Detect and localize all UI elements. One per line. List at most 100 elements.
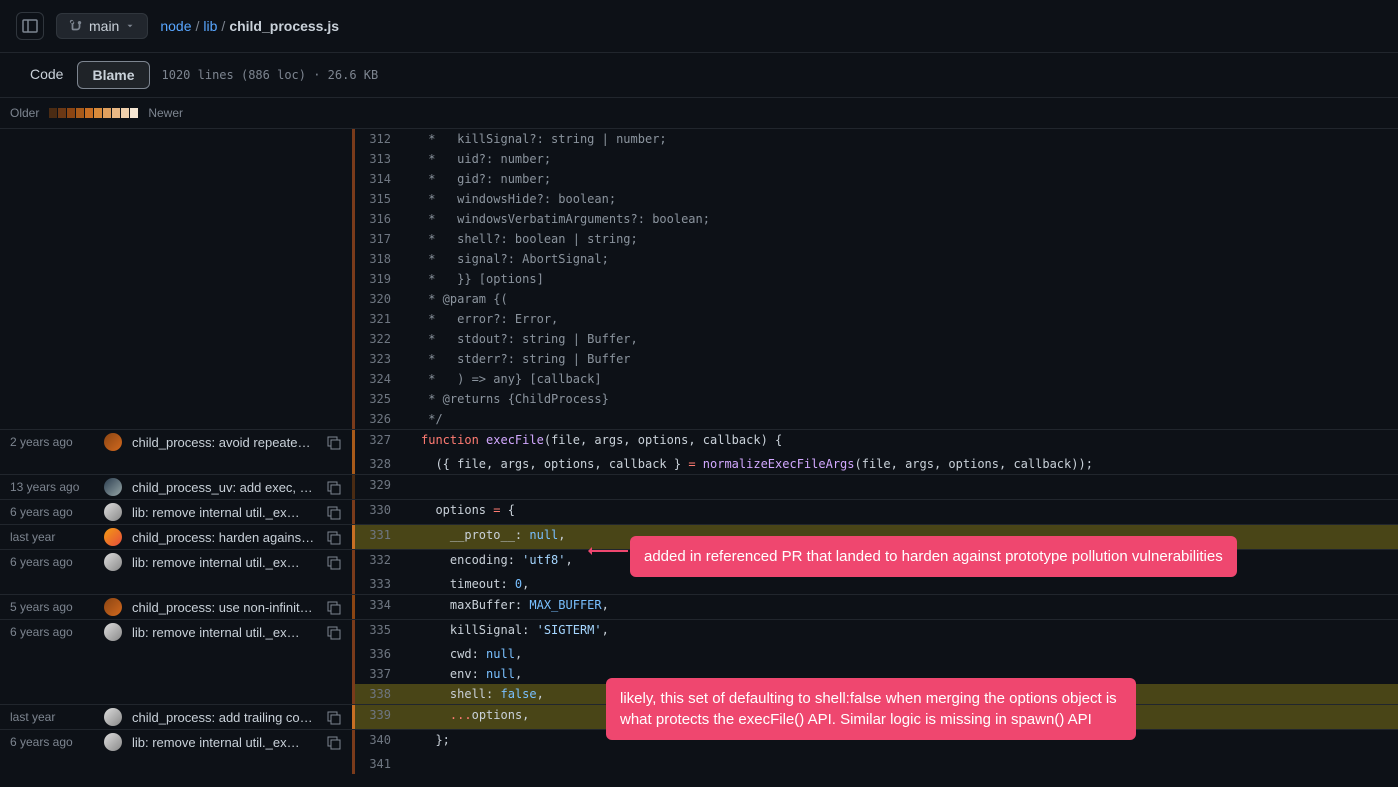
versions-icon[interactable] xyxy=(326,504,342,520)
line-number[interactable]: 331 xyxy=(355,525,405,549)
avatar[interactable] xyxy=(104,598,122,616)
code-line[interactable]: maxBuffer: MAX_BUFFER, xyxy=(405,595,1398,619)
blame-row: 328 ({ file, args, options, callback } =… xyxy=(0,454,1398,474)
line-number[interactable]: 317 xyxy=(355,229,405,249)
commit-message[interactable]: lib: remove internal util._ex… xyxy=(132,555,316,570)
code-line[interactable]: * stderr?: string | Buffer xyxy=(405,349,1398,369)
code-line[interactable]: * ) => any} [callback] xyxy=(405,369,1398,389)
code-line[interactable]: * killSignal?: string | number; xyxy=(405,129,1398,149)
versions-icon[interactable] xyxy=(326,624,342,640)
file-info: 1020 lines (886 loc) · 26.6 KB xyxy=(162,68,379,82)
line-number[interactable]: 334 xyxy=(355,595,405,619)
line-number[interactable]: 330 xyxy=(355,500,405,524)
commit-message[interactable]: child_process: add trailing co… xyxy=(132,710,316,725)
line-number[interactable]: 337 xyxy=(355,664,405,684)
line-number[interactable]: 312 xyxy=(355,129,405,149)
commit-message[interactable]: child_process: avoid repeated… xyxy=(132,435,316,450)
code-line[interactable]: * windowsHide?: boolean; xyxy=(405,189,1398,209)
blame-row: 322 * stdout?: string | Buffer, xyxy=(0,329,1398,349)
breadcrumb-root[interactable]: node xyxy=(160,18,191,34)
line-number[interactable]: 318 xyxy=(355,249,405,269)
avatar[interactable] xyxy=(104,503,122,521)
line-number[interactable]: 319 xyxy=(355,269,405,289)
commit-message[interactable]: lib: remove internal util._ex… xyxy=(132,505,316,520)
commit-message[interactable]: lib: remove internal util._ex… xyxy=(132,735,316,750)
avatar[interactable] xyxy=(104,528,122,546)
versions-icon[interactable] xyxy=(326,434,342,450)
code-line[interactable]: * @param {( xyxy=(405,289,1398,309)
line-number[interactable]: 327 xyxy=(355,430,405,454)
code-line[interactable]: cwd: null, xyxy=(405,644,1398,664)
tab-blame[interactable]: Blame xyxy=(77,61,149,89)
breadcrumb-folder[interactable]: lib xyxy=(203,18,217,34)
line-number[interactable]: 328 xyxy=(355,454,405,474)
line-number[interactable]: 323 xyxy=(355,349,405,369)
code-line[interactable]: * error?: Error, xyxy=(405,309,1398,329)
avatar[interactable] xyxy=(104,478,122,496)
line-number[interactable]: 316 xyxy=(355,209,405,229)
line-number[interactable]: 338 xyxy=(355,684,405,704)
commit-message[interactable]: child_process: harden against… xyxy=(132,530,316,545)
blame-row: 317 * shell?: boolean | string; xyxy=(0,229,1398,249)
line-number[interactable]: 321 xyxy=(355,309,405,329)
line-number[interactable]: 315 xyxy=(355,189,405,209)
branch-selector[interactable]: main xyxy=(56,13,148,39)
commit-message[interactable]: lib: remove internal util._ex… xyxy=(132,625,316,640)
code-line[interactable]: options = { xyxy=(405,500,1398,524)
line-number[interactable]: 329 xyxy=(355,475,405,499)
code-line[interactable]: * @returns {ChildProcess} xyxy=(405,389,1398,409)
line-number[interactable]: 313 xyxy=(355,149,405,169)
line-number[interactable]: 326 xyxy=(355,409,405,429)
code-line[interactable]: killSignal: 'SIGTERM', xyxy=(405,620,1398,644)
avatar[interactable] xyxy=(104,553,122,571)
code-line[interactable]: * }} [options] xyxy=(405,269,1398,289)
topbar: main node / lib / child_process.js xyxy=(0,0,1398,53)
line-number[interactable]: 314 xyxy=(355,169,405,189)
line-number[interactable]: 341 xyxy=(355,754,405,774)
line-number[interactable]: 336 xyxy=(355,644,405,664)
commit-message[interactable]: child_process_uv: add exec, fi… xyxy=(132,480,316,495)
blame-row: 6 years agolib: remove internal util._ex… xyxy=(0,499,1398,524)
line-number[interactable]: 322 xyxy=(355,329,405,349)
code-line[interactable]: * shell?: boolean | string; xyxy=(405,229,1398,249)
blame-row: 312 * killSignal?: string | number; xyxy=(0,129,1398,149)
line-number[interactable]: 339 xyxy=(355,705,405,729)
versions-icon[interactable] xyxy=(326,734,342,750)
versions-icon[interactable] xyxy=(326,599,342,615)
versions-icon[interactable] xyxy=(326,709,342,725)
avatar[interactable] xyxy=(104,623,122,641)
commit-message[interactable]: child_process: use non-infinit… xyxy=(132,600,316,615)
avatar[interactable] xyxy=(104,433,122,451)
code-line[interactable]: */ xyxy=(405,409,1398,429)
code-line[interactable]: function execFile(file, args, options, c… xyxy=(405,430,1398,454)
git-branch-icon xyxy=(69,19,83,33)
avatar[interactable] xyxy=(104,708,122,726)
commit-age: 6 years ago xyxy=(10,555,94,569)
code-line[interactable]: * signal?: AbortSignal; xyxy=(405,249,1398,269)
line-number[interactable]: 333 xyxy=(355,574,405,594)
blame-area: 312 * killSignal?: string | number;313 *… xyxy=(0,129,1398,774)
versions-icon[interactable] xyxy=(326,529,342,545)
line-number[interactable]: 335 xyxy=(355,620,405,644)
code-line[interactable]: * stdout?: string | Buffer, xyxy=(405,329,1398,349)
code-line[interactable]: * uid?: number; xyxy=(405,149,1398,169)
sidebar-toggle-icon[interactable] xyxy=(16,12,44,40)
line-number[interactable]: 340 xyxy=(355,730,405,754)
code-line[interactable]: timeout: 0, xyxy=(405,574,1398,594)
commit-age: last year xyxy=(10,710,94,724)
versions-icon[interactable] xyxy=(326,479,342,495)
tab-code[interactable]: Code xyxy=(16,61,77,89)
line-number[interactable]: 332 xyxy=(355,550,405,574)
code-line[interactable]: ({ file, args, options, callback } = nor… xyxy=(405,454,1398,474)
code-line[interactable] xyxy=(405,475,1398,499)
avatar[interactable] xyxy=(104,733,122,751)
chevron-down-icon xyxy=(125,21,135,31)
line-number[interactable]: 320 xyxy=(355,289,405,309)
versions-icon[interactable] xyxy=(326,554,342,570)
code-line[interactable] xyxy=(405,754,1398,774)
line-number[interactable]: 324 xyxy=(355,369,405,389)
code-line[interactable]: * windowsVerbatimArguments?: boolean; xyxy=(405,209,1398,229)
code-line[interactable]: * gid?: number; xyxy=(405,169,1398,189)
line-number[interactable]: 325 xyxy=(355,389,405,409)
commit-age: 6 years ago xyxy=(10,625,94,639)
